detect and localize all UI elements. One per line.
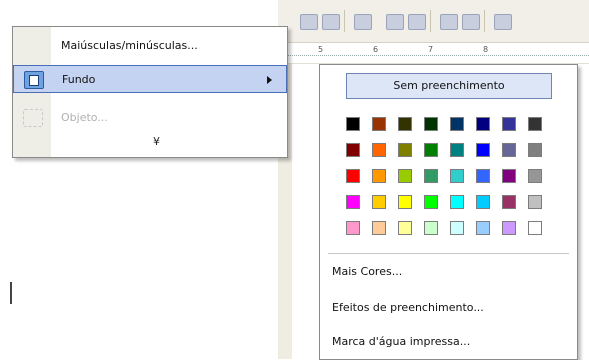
color-swatch[interactable]	[450, 169, 464, 183]
color-swatch[interactable]	[476, 143, 490, 157]
menu-item-label: Marca d'água impressa...	[332, 335, 471, 348]
color-swatch[interactable]	[502, 169, 516, 183]
color-swatch[interactable]	[424, 117, 438, 131]
color-swatch[interactable]	[398, 221, 412, 235]
color-swatch[interactable]	[502, 143, 516, 157]
submenu-arrow-icon	[267, 76, 272, 84]
more-colors-item[interactable]: Mais Cores...	[332, 259, 562, 285]
object-icon	[23, 109, 43, 127]
color-swatch[interactable]	[346, 195, 360, 209]
color-swatch[interactable]	[346, 117, 360, 131]
color-swatch[interactable]	[424, 195, 438, 209]
toolbar-table-insert-icon[interactable]	[408, 14, 426, 30]
toolbar	[278, 0, 589, 43]
expand-menu-chevron-icon[interactable]: ¥	[153, 135, 160, 148]
color-swatch[interactable]	[424, 169, 438, 183]
color-swatch[interactable]	[398, 169, 412, 183]
horizontal-ruler[interactable]: 5 6 7 8	[278, 43, 589, 64]
toolbar-separator	[484, 10, 485, 32]
toolbar-grid-icon[interactable]	[322, 14, 340, 30]
toolbar-border-icon[interactable]	[354, 14, 372, 30]
toolbar-table-icon[interactable]	[300, 14, 318, 30]
menu-item-label: Efeitos de preenchimento...	[332, 301, 484, 314]
ruler-number: 7	[428, 45, 434, 54]
menu-item-label: Mais Cores...	[332, 265, 403, 278]
menu-item-change-case[interactable]: Maiúsculas/minúsculas...	[13, 32, 287, 60]
color-swatch[interactable]	[502, 195, 516, 209]
color-swatch[interactable]	[528, 117, 542, 131]
fill-effects-item[interactable]: Efeitos de preenchimento...	[332, 295, 562, 321]
color-swatch[interactable]	[346, 221, 360, 235]
background-icon	[24, 71, 44, 89]
color-swatch[interactable]	[502, 117, 516, 131]
menu-item-background[interactable]: Fundo	[13, 65, 287, 93]
color-swatch[interactable]	[372, 169, 386, 183]
color-swatch[interactable]	[398, 117, 412, 131]
background-submenu: Sem preenchimento Mais Cores... Efeitos …	[319, 64, 578, 360]
toolbar-image-icon[interactable]	[440, 14, 458, 30]
menu-item-label: Objeto...	[61, 111, 108, 124]
menu-item-label: Maiúsculas/minúsculas...	[61, 39, 198, 52]
toolbar-separator	[344, 10, 345, 32]
menu-item-object[interactable]: Objeto...	[13, 104, 287, 132]
color-swatch[interactable]	[528, 169, 542, 183]
color-swatch[interactable]	[398, 143, 412, 157]
printed-watermark-item[interactable]: Marca d'água impressa...	[332, 329, 562, 355]
color-swatch[interactable]	[528, 221, 542, 235]
color-swatch[interactable]	[450, 221, 464, 235]
color-swatch[interactable]	[476, 195, 490, 209]
ruler-ticks	[286, 55, 589, 57]
color-swatch[interactable]	[398, 195, 412, 209]
color-swatch[interactable]	[346, 169, 360, 183]
toolbar-separator	[430, 10, 431, 32]
toolbar-columns-icon[interactable]	[386, 14, 404, 30]
color-swatch[interactable]	[372, 195, 386, 209]
color-swatch[interactable]	[424, 221, 438, 235]
menu-item-label: Fundo	[62, 73, 96, 86]
color-swatch[interactable]	[476, 221, 490, 235]
color-swatch[interactable]	[450, 117, 464, 131]
format-menu: Maiúsculas/minúsculas... Fundo Objeto...…	[12, 26, 288, 158]
color-swatch[interactable]	[450, 143, 464, 157]
color-swatch[interactable]	[476, 117, 490, 131]
color-swatch[interactable]	[424, 143, 438, 157]
color-swatch[interactable]	[528, 195, 542, 209]
color-swatch[interactable]	[502, 221, 516, 235]
ruler-number: 5	[318, 45, 324, 54]
no-fill-button[interactable]: Sem preenchimento	[346, 73, 552, 99]
color-swatch[interactable]	[346, 143, 360, 157]
text-cursor	[10, 282, 12, 304]
menu-separator	[328, 253, 569, 254]
color-swatch[interactable]	[372, 221, 386, 235]
toolbar-drawing-icon[interactable]	[494, 14, 512, 30]
color-swatch[interactable]	[450, 195, 464, 209]
color-swatch[interactable]	[372, 143, 386, 157]
color-swatch[interactable]	[528, 143, 542, 157]
toolbar-chart-icon[interactable]	[462, 14, 480, 30]
ruler-number: 6	[373, 45, 379, 54]
color-swatch[interactable]	[372, 117, 386, 131]
ruler-number: 8	[483, 45, 489, 54]
color-swatch[interactable]	[476, 169, 490, 183]
